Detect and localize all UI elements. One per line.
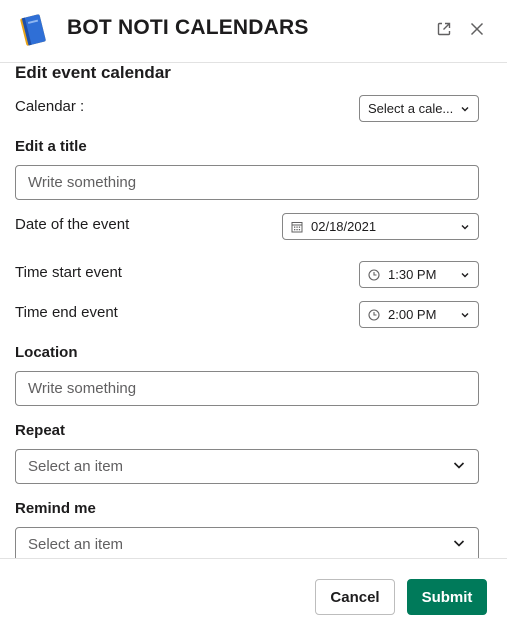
close-icon [470,22,484,36]
chevron-down-icon [452,536,466,554]
submit-button[interactable]: Submit [407,579,487,615]
time-start-value: 1:30 PM [388,267,437,282]
calendar-select-value: Select a cale... [368,101,454,116]
external-link-icon [437,22,451,36]
chevron-down-icon [452,458,466,476]
time-start-label: Time start event [15,264,122,281]
remind-select-value: Select an item [28,536,124,553]
chevron-down-icon [460,310,470,320]
close-button[interactable] [466,18,488,40]
chevron-down-icon [460,104,470,114]
clock-icon [368,308,380,321]
repeat-label: Repeat [15,422,66,439]
chevron-down-icon [460,270,470,280]
notebook-icon [20,14,46,46]
location-input[interactable] [15,371,479,406]
repeat-select-value: Select an item [28,458,124,475]
calendar-select[interactable]: Select a cale... [359,95,479,122]
time-end-label: Time end event [15,304,118,321]
chevron-down-icon [460,222,470,232]
date-value: 02/18/2021 [311,219,377,234]
modal-footer: Cancel Submit [0,558,507,628]
remind-select[interactable]: Select an item [15,527,479,558]
remind-label: Remind me [15,500,96,517]
modal-header: BOT NOTI CALENDARS [0,0,507,63]
repeat-select[interactable]: Select an item [15,449,479,484]
modal-body: Edit event calendar Calendar : Select a … [0,63,507,558]
section-title: Edit event calendar [15,63,171,82]
date-picker[interactable]: 02/18/2021 [282,213,479,240]
calendar-icon [291,221,303,233]
title-input[interactable] [15,165,479,200]
clock-icon [368,268,380,281]
time-start-picker[interactable]: 1:30 PM [359,261,479,288]
location-label: Location [15,344,78,361]
popout-button[interactable] [433,18,455,40]
time-end-value: 2:00 PM [388,307,437,322]
date-label: Date of the event [15,216,130,233]
calendar-label: Calendar : [15,98,85,115]
cancel-button[interactable]: Cancel [315,579,395,615]
title-label: Edit a title [15,138,87,155]
app-title: BOT NOTI CALENDARS [67,16,309,39]
time-end-picker[interactable]: 2:00 PM [359,301,479,328]
